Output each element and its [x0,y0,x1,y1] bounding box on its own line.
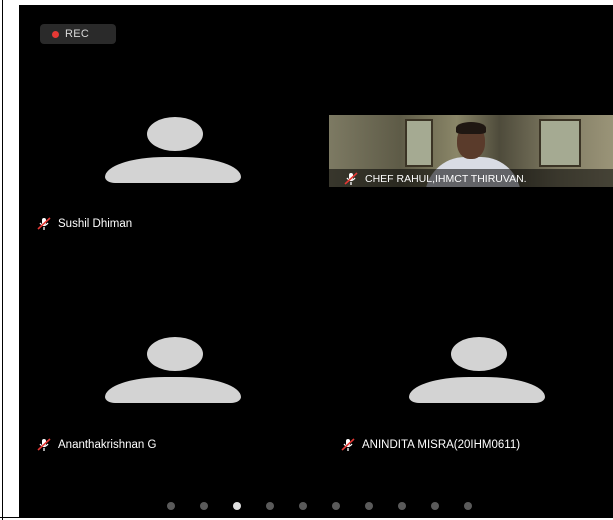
participant-tile-sushil[interactable]: Sushil Dhiman [36,217,132,231]
participant-video-tile[interactable]: CHEF RAHUL,IHMCT THIRUVAN. [329,115,613,187]
page-dot[interactable] [464,502,472,510]
app-frame: REC Sushil Dhiman CHEF RAHUL,IHMCT THIRU… [0,0,613,520]
page-dot[interactable] [167,502,175,510]
participant-tile-ananthakrishnan[interactable]: Ananthakrishnan G [36,438,156,452]
record-dot-icon [52,30,59,38]
mic-muted-icon [37,217,51,230]
page-dot[interactable] [431,502,439,510]
participant-name: Sushil Dhiman [58,218,133,230]
page-dot[interactable] [233,502,241,510]
page-dot[interactable] [365,502,373,510]
page-dot[interactable] [398,502,406,510]
recording-indicator[interactable]: REC [40,24,116,44]
video-background-window [405,119,433,167]
avatar-placeholder-icon [409,337,545,403]
avatar-placeholder-icon [105,117,241,183]
page-dot[interactable] [332,502,340,510]
mic-muted-icon [37,438,51,451]
participant-name: Ananthakrishnan G [58,439,157,451]
participant-tile-anindita[interactable]: ANINDITA MISRA(20IHM0611) [340,438,520,452]
participant-name: CHEF RAHUL,IHMCT THIRUVAN. [365,173,527,185]
video-background-window [539,119,581,167]
page-dot[interactable] [200,502,208,510]
frame-border-left [2,0,3,520]
avatar-placeholder-icon [105,337,241,403]
recording-label: REC [65,28,90,40]
meeting-gallery-view: REC Sushil Dhiman CHEF RAHUL,IHMCT THIRU… [19,5,613,518]
frame-border-bottom [0,517,19,518]
page-dot[interactable] [266,502,274,510]
video-person-hair [456,122,486,134]
participant-name: ANINDITA MISRA(20IHM0611) [362,439,521,451]
mic-muted-icon [344,172,358,185]
page-indicator[interactable] [167,502,472,510]
mic-muted-icon [341,438,355,451]
participant-tile-chef-rahul: CHEF RAHUL,IHMCT THIRUVAN. [343,172,527,186]
page-dot[interactable] [299,502,307,510]
